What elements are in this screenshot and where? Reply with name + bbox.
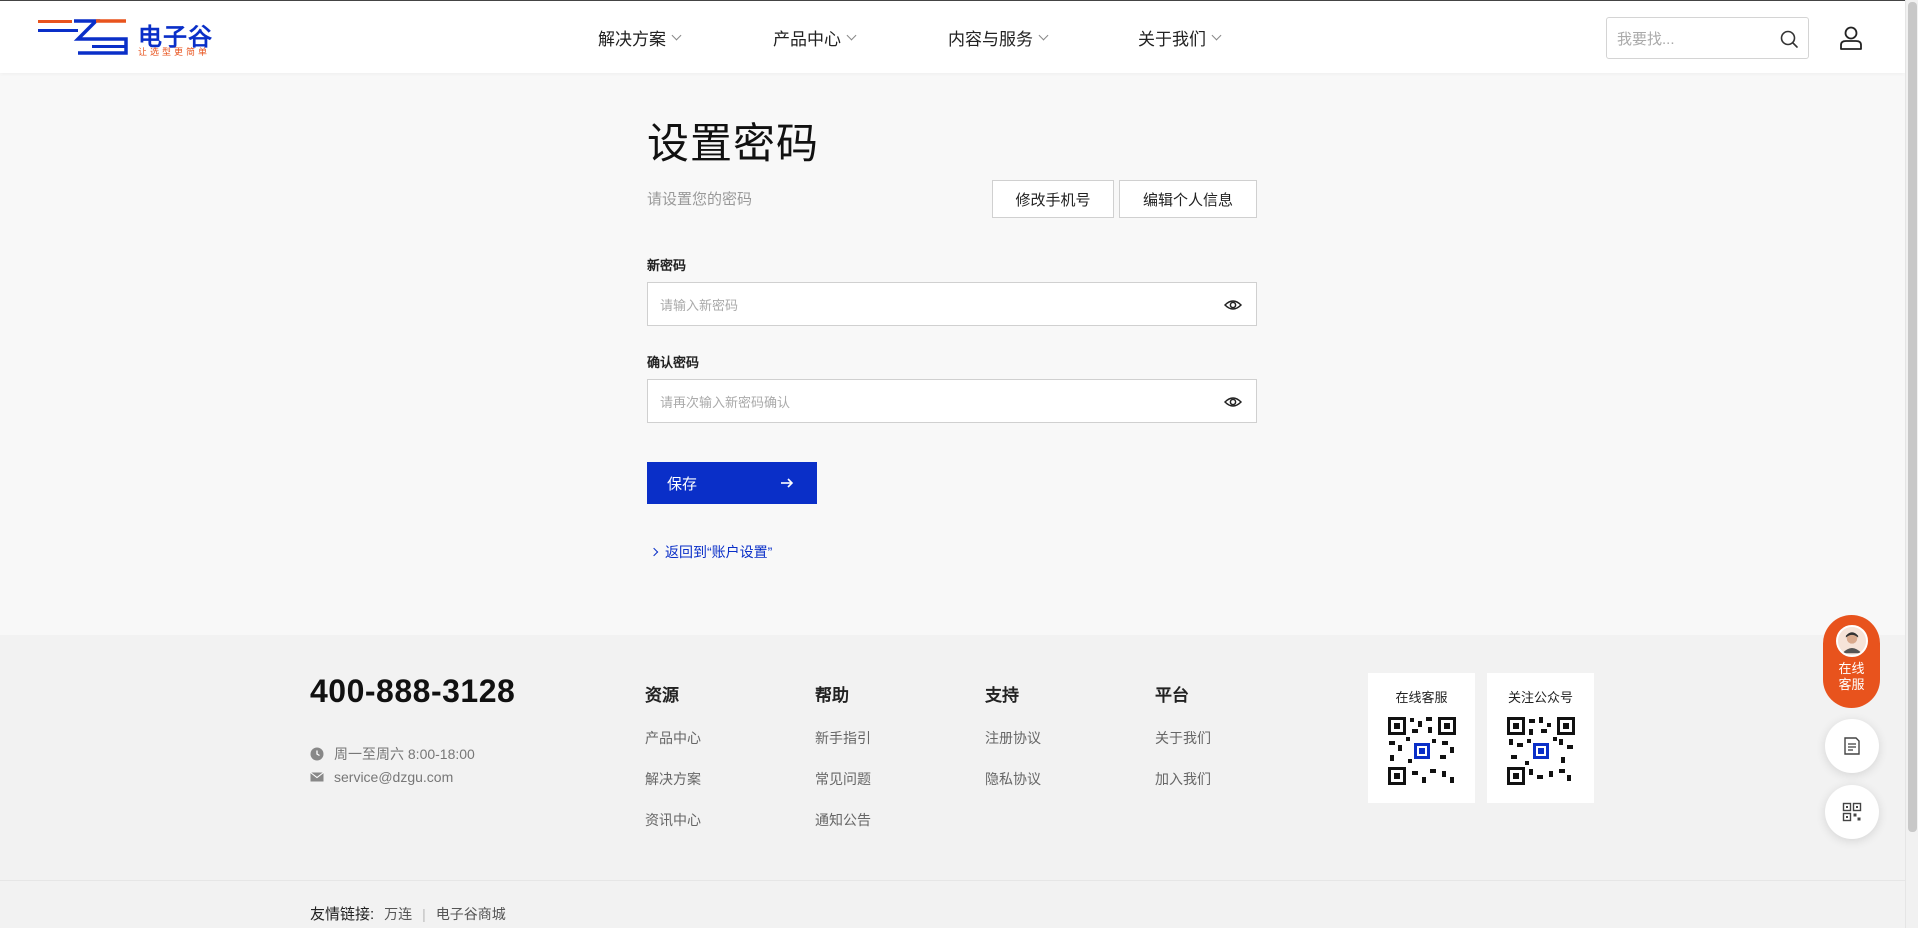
chevron-down-icon	[671, 30, 682, 41]
footer-col-title: 支持	[985, 686, 1019, 705]
change-phone-button[interactable]: 修改手机号	[992, 180, 1114, 218]
edit-profile-button[interactable]: 编辑个人信息	[1119, 180, 1257, 218]
nav-label: 内容与服务	[948, 30, 1033, 49]
qr-card-customer-service: 在线客服	[1368, 673, 1475, 803]
hours-text: 周一至周六 8:00-18:00	[334, 746, 475, 762]
set-password-panel: 设置密码 请设置您的密码 修改手机号 编辑个人信息 新密码 确认密码 保存 返回…	[647, 110, 1257, 560]
nav-content-services[interactable]: 内容与服务	[948, 25, 1049, 50]
footer-link[interactable]: 注册协议	[985, 728, 1041, 748]
qr-code-button[interactable]	[1825, 785, 1879, 839]
footer-col-help: 帮助 新手指引 常见问题 通知公告	[815, 681, 871, 851]
nav-label: 产品中心	[773, 30, 841, 49]
footer-hours: 周一至周六 8:00-18:00	[310, 744, 475, 764]
site-header: 电子谷 让选型更简单 解决方案 产品中心 内容与服务 关于我们	[0, 0, 1905, 73]
footer-col-title: 帮助	[815, 686, 849, 705]
footer-link[interactable]: 常见问题	[815, 769, 871, 789]
back-link-label: 返回到“账户设置”	[665, 544, 773, 560]
document-edit-icon	[1844, 737, 1860, 755]
feedback-button[interactable]	[1825, 719, 1879, 773]
search-icon[interactable]	[1779, 29, 1799, 49]
confirm-password-field	[647, 379, 1257, 423]
footer-email: service@dzgu.com	[310, 769, 453, 785]
footer-link[interactable]: 资讯中心	[645, 810, 701, 830]
friend-link[interactable]: 电子谷商城	[436, 904, 506, 924]
email-text: service@dzgu.com	[334, 769, 454, 785]
chevron-right-icon	[649, 547, 659, 557]
new-password-input[interactable]	[660, 294, 1200, 316]
footer-col-title: 平台	[1155, 686, 1189, 705]
footer-link[interactable]: 关于我们	[1155, 728, 1211, 748]
page-subtitle: 请设置您的密码	[647, 191, 753, 208]
page-scrollbar[interactable]	[1905, 0, 1918, 928]
confirm-password-input[interactable]	[660, 391, 1200, 413]
cs-label-line2: 客服	[1838, 677, 1865, 692]
chevron-down-icon	[1211, 30, 1222, 41]
footer-col-platform: 平台 关于我们 加入我们	[1155, 681, 1211, 810]
link-separator: |	[422, 905, 426, 922]
eye-icon[interactable]	[1224, 296, 1242, 314]
nav-solutions[interactable]: 解决方案	[598, 25, 682, 50]
nav-products[interactable]: 产品中心	[773, 25, 857, 50]
footer-link[interactable]: 产品中心	[645, 728, 701, 748]
mail-icon	[310, 772, 324, 782]
chevron-down-icon	[846, 30, 857, 41]
qr-title: 在线客服	[1395, 690, 1448, 705]
qr-grid-icon	[1842, 802, 1862, 822]
qr-title: 关注公众号	[1507, 690, 1573, 705]
footer-link[interactable]: 加入我们	[1155, 769, 1211, 789]
nav-label: 解决方案	[598, 30, 666, 49]
footer-link[interactable]: 新手指引	[815, 728, 871, 748]
friend-link[interactable]: 万连	[384, 904, 412, 924]
arrow-right-icon	[781, 478, 794, 488]
page-title: 设置密码	[647, 120, 820, 167]
clock-icon	[310, 747, 324, 761]
footer-col-resources: 资源 产品中心 解决方案 资讯中心	[645, 681, 701, 851]
footer-phone: 400-888-3128	[310, 673, 516, 709]
user-icon[interactable]	[1838, 25, 1864, 51]
footer-col-support: 支持 注册协议 隐私协议	[985, 681, 1041, 810]
friend-links-label: 友情链接:	[310, 906, 375, 923]
footer-link[interactable]: 隐私协议	[985, 769, 1041, 789]
scrollbar-thumb[interactable]	[1908, 2, 1917, 832]
cs-label-line1: 在线	[1838, 661, 1865, 676]
agent-avatar-icon	[1835, 625, 1868, 657]
eye-icon[interactable]	[1224, 393, 1242, 411]
chevron-down-icon	[1038, 30, 1049, 41]
nav-label: 关于我们	[1138, 30, 1206, 49]
footer-divider	[0, 880, 1905, 881]
footer-link[interactable]: 解决方案	[645, 769, 701, 789]
save-label: 保存	[667, 475, 698, 493]
nav-about[interactable]: 关于我们	[1138, 25, 1222, 50]
footer-col-title: 资源	[645, 686, 679, 705]
qr-card-wechat-official: 关注公众号	[1487, 673, 1594, 803]
new-password-label: 新密码	[647, 258, 687, 273]
qr-code-icon	[1385, 715, 1458, 787]
qr-code-icon	[1504, 715, 1577, 787]
back-to-account-settings-link[interactable]: 返回到“账户设置”	[647, 542, 772, 562]
search-input[interactable]	[1617, 28, 1767, 50]
confirm-password-label: 确认密码	[647, 355, 700, 370]
new-password-field	[647, 282, 1257, 326]
footer-link[interactable]: 通知公告	[815, 810, 871, 830]
save-button[interactable]: 保存	[647, 462, 817, 504]
search-box	[1606, 17, 1809, 59]
site-footer: 400-888-3128 周一至周六 8:00-18:00 service@dz…	[0, 635, 1905, 928]
online-customer-service-button[interactable]: 在线 客服	[1823, 615, 1880, 708]
friend-links: 友情链接: 万连 | 电子谷商城	[310, 903, 506, 924]
